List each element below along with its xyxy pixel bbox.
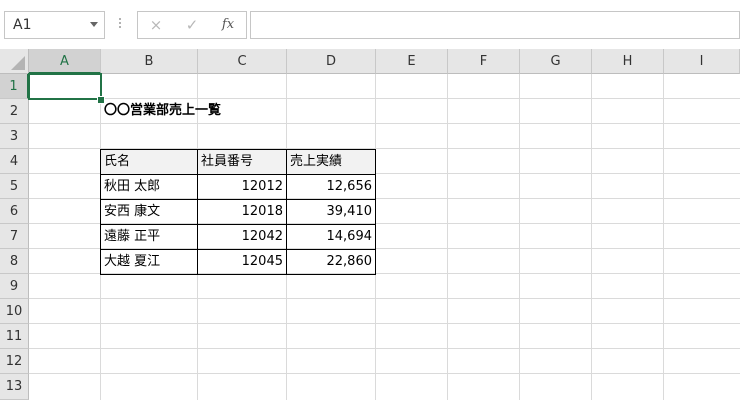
row-header-4[interactable]: 4 [0,149,29,174]
row-header-8[interactable]: 8 [0,249,29,274]
table-cell-name[interactable]: 大越 夏江 [100,249,198,275]
row-header-12[interactable]: 12 [0,349,29,374]
column-header-a[interactable]: A [29,49,101,74]
spreadsheet-grid[interactable]: A B C D E F G H I 1 2 3 4 5 6 7 8 9 10 1… [0,49,740,400]
row-header-9[interactable]: 9 [0,274,29,299]
row-header-3[interactable]: 3 [0,124,29,149]
name-box[interactable]: A1 [4,11,105,39]
check-icon[interactable]: ✓ [182,16,202,34]
gridline [29,298,740,299]
table-cell-name[interactable]: 遠藤 正平 [100,224,198,250]
row-header-5[interactable]: 5 [0,174,29,199]
table-cell-employee-id[interactable]: 12045 [197,249,287,275]
row-header-7[interactable]: 7 [0,224,29,249]
formula-buttons: × ✓ fx [137,11,247,39]
row-header-6[interactable]: 6 [0,199,29,224]
gridline [29,348,740,349]
row-header-10[interactable]: 10 [0,299,29,324]
row-header-2[interactable]: 2 [0,99,29,124]
name-box-value: A1 [13,17,32,33]
table-cell-name[interactable]: 安西 康文 [100,199,198,225]
fill-handle[interactable] [97,96,105,104]
table-cell-sales[interactable]: 39,410 [286,199,376,225]
column-header-e[interactable]: E [376,49,448,74]
column-header-i[interactable]: I [664,49,740,74]
column-header-g[interactable]: G [520,49,592,74]
active-cell-border[interactable] [28,73,102,100]
select-all-triangle-icon [11,56,25,70]
insert-function-icon[interactable]: fx [218,16,238,34]
more-vert-icon [117,16,123,32]
sheet-title[interactable]: 〇〇営業部売上一覧 [101,99,301,124]
column-header-d[interactable]: D [287,49,376,74]
gridline [29,373,740,374]
table-cell-sales[interactable]: 22,860 [286,249,376,275]
select-all-button[interactable] [0,49,29,74]
row-header-1[interactable]: 1 [0,74,29,99]
gridline [29,323,740,324]
table-cell-sales[interactable]: 12,656 [286,174,376,200]
row-header-13[interactable]: 13 [0,374,29,400]
formula-bar: A1 × ✓ fx [0,0,740,49]
formula-input[interactable] [250,11,740,39]
table-cell-sales[interactable]: 14,694 [286,224,376,250]
table-cell-employee-id[interactable]: 12018 [197,199,287,225]
column-header-b[interactable]: B [101,49,198,74]
column-header-c[interactable]: C [198,49,287,74]
table-header-sales[interactable]: 売上実績 [286,149,376,175]
table-cell-employee-id[interactable]: 12042 [197,224,287,250]
column-header-h[interactable]: H [592,49,664,74]
table-cell-name[interactable]: 秋田 太郎 [100,174,198,200]
row-header-11[interactable]: 11 [0,324,29,349]
column-header-f[interactable]: F [448,49,520,74]
table-cell-employee-id[interactable]: 12012 [197,174,287,200]
table-header-employee-id[interactable]: 社員番号 [197,149,287,175]
chevron-down-icon[interactable] [90,22,98,27]
cancel-icon[interactable]: × [146,16,166,34]
table-header-name[interactable]: 氏名 [100,149,198,175]
